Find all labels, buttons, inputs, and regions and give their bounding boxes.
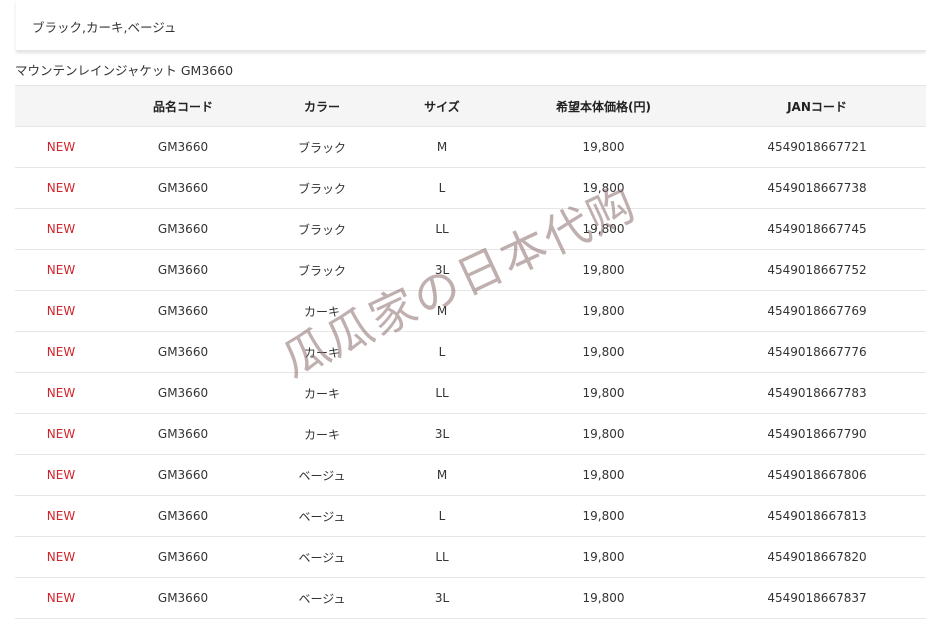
- color-cell: カーキ: [303, 427, 340, 442]
- jan-code-cell: 4549018667837: [767, 591, 867, 605]
- table-row: NEW GM3660 ベージュ 3L 19,800 4549018667837: [15, 578, 926, 619]
- size-cell: 3L: [434, 591, 450, 605]
- badge-cell: NEW: [46, 509, 76, 523]
- product-code-cell: GM3660: [157, 427, 209, 441]
- badge-cell: NEW: [46, 304, 76, 318]
- table-row: NEW GM3660 カーキ M 19,800 4549018667769: [15, 291, 926, 332]
- price-cell: 19,800: [582, 140, 625, 154]
- price-cell: 19,800: [582, 304, 625, 318]
- jan-code-cell: 4549018667790: [767, 427, 867, 441]
- price-cell: 19,800: [582, 427, 625, 441]
- size-cell: L: [438, 345, 446, 359]
- jan-code-cell: 4549018667813: [767, 509, 867, 523]
- badge-cell: NEW: [46, 140, 76, 154]
- product-code-cell: GM3660: [157, 140, 209, 154]
- size-cell: L: [438, 509, 446, 523]
- product-code-cell: GM3660: [157, 468, 209, 482]
- price-cell: 19,800: [582, 509, 625, 523]
- jan-code-cell: 4549018667783: [767, 386, 867, 400]
- size-cell: M: [436, 468, 448, 482]
- jan-code-cell: 4549018667745: [767, 222, 867, 236]
- header-color: カラー: [303, 99, 340, 114]
- price-cell: 19,800: [582, 550, 625, 564]
- jan-code-cell: 4549018667752: [767, 263, 867, 277]
- table-row: NEW GM3660 カーキ 3L 19,800 4549018667790: [15, 414, 926, 455]
- product-code-cell: GM3660: [157, 181, 209, 195]
- header-price: 希望本体価格(円): [556, 99, 651, 114]
- color-options-box: ブラック,カーキ,ベージュ: [16, 0, 926, 51]
- product-code-cell: GM3660: [157, 386, 209, 400]
- table-row: NEW GM3660 ベージュ M 19,800 4549018667806: [15, 455, 926, 496]
- table-row: NEW GM3660 ブラック M 19,800 4549018667721: [15, 127, 926, 168]
- color-cell: ベージュ: [298, 550, 346, 565]
- table-row: NEW GM3660 カーキ LL 19,800 4549018667783: [15, 373, 926, 414]
- jan-code-cell: 4549018667721: [767, 140, 867, 154]
- table-row: NEW GM3660 ブラック LL 19,800 4549018667745: [15, 209, 926, 250]
- header-size: サイズ: [424, 99, 460, 114]
- color-cell: ベージュ: [298, 509, 346, 524]
- size-cell: LL: [435, 550, 449, 564]
- color-cell: ブラック: [297, 222, 346, 237]
- badge-cell: NEW: [46, 345, 76, 359]
- jan-code-cell: 4549018667769: [767, 304, 867, 318]
- size-cell: 3L: [434, 263, 450, 277]
- color-cell: ブラック: [297, 181, 346, 196]
- product-code-cell: GM3660: [157, 509, 209, 523]
- badge-cell: NEW: [46, 550, 76, 564]
- badge-cell: NEW: [46, 591, 76, 605]
- badge-cell: NEW: [46, 468, 76, 482]
- product-code-cell: GM3660: [157, 345, 209, 359]
- price-cell: 19,800: [582, 591, 625, 605]
- price-cell: 19,800: [582, 386, 625, 400]
- price-cell: 19,800: [582, 468, 625, 482]
- table-row: NEW GM3660 ベージュ L 19,800 4549018667813: [15, 496, 926, 537]
- color-cell: カーキ: [303, 304, 340, 319]
- color-cell: ベージュ: [298, 591, 346, 606]
- color-cell: ベージュ: [298, 468, 346, 483]
- badge-cell: NEW: [46, 427, 76, 441]
- jan-code-cell: 4549018667776: [767, 345, 867, 359]
- product-code-cell: GM3660: [157, 263, 209, 277]
- jan-code-cell: 4549018667806: [767, 468, 867, 482]
- table-row: NEW GM3660 ブラック L 19,800 4549018667738: [15, 168, 926, 209]
- badge-cell: NEW: [46, 263, 76, 277]
- product-code-cell: GM3660: [157, 222, 209, 236]
- price-cell: 19,800: [582, 345, 625, 359]
- jan-code-cell: 4549018667738: [767, 181, 867, 195]
- product-code-cell: GM3660: [157, 550, 209, 564]
- table-row: NEW GM3660 ベージュ LL 19,800 4549018667820: [15, 537, 926, 578]
- color-cell: カーキ: [303, 345, 340, 360]
- table-row: NEW GM3660 カーキ L 19,800 4549018667776: [15, 332, 926, 373]
- header-badge: [15, 86, 107, 127]
- table-row: NEW GM3660 ブラック 3L 19,800 4549018667752: [15, 250, 926, 291]
- color-cell: カーキ: [303, 386, 340, 401]
- size-cell: L: [438, 181, 446, 195]
- color-cell: ブラック: [297, 263, 346, 278]
- badge-cell: NEW: [46, 386, 76, 400]
- color-options-text: ブラック,カーキ,ベージュ: [32, 20, 177, 35]
- product-title: マウンテンレインジャケット GM3660: [15, 63, 234, 78]
- jan-code-cell: 4549018667820: [767, 550, 867, 564]
- size-cell: LL: [435, 386, 449, 400]
- size-cell: 3L: [434, 427, 450, 441]
- product-spec-table: 品名コード カラー サイズ 希望本体価格(円) JANコード NEW GM3660…: [15, 85, 926, 619]
- table-header-row: 品名コード カラー サイズ 希望本体価格(円) JANコード: [15, 85, 926, 127]
- price-cell: 19,800: [582, 222, 625, 236]
- badge-cell: NEW: [46, 222, 76, 236]
- size-cell: M: [436, 140, 448, 154]
- size-cell: M: [436, 304, 448, 318]
- product-code-cell: GM3660: [157, 591, 209, 605]
- size-cell: LL: [435, 222, 449, 236]
- price-cell: 19,800: [582, 181, 625, 195]
- badge-cell: NEW: [46, 181, 76, 195]
- color-cell: ブラック: [297, 140, 346, 155]
- header-product-code: 品名コード: [152, 99, 213, 114]
- header-jan-code: JANコード: [787, 99, 847, 114]
- product-code-cell: GM3660: [157, 304, 209, 318]
- price-cell: 19,800: [582, 263, 625, 277]
